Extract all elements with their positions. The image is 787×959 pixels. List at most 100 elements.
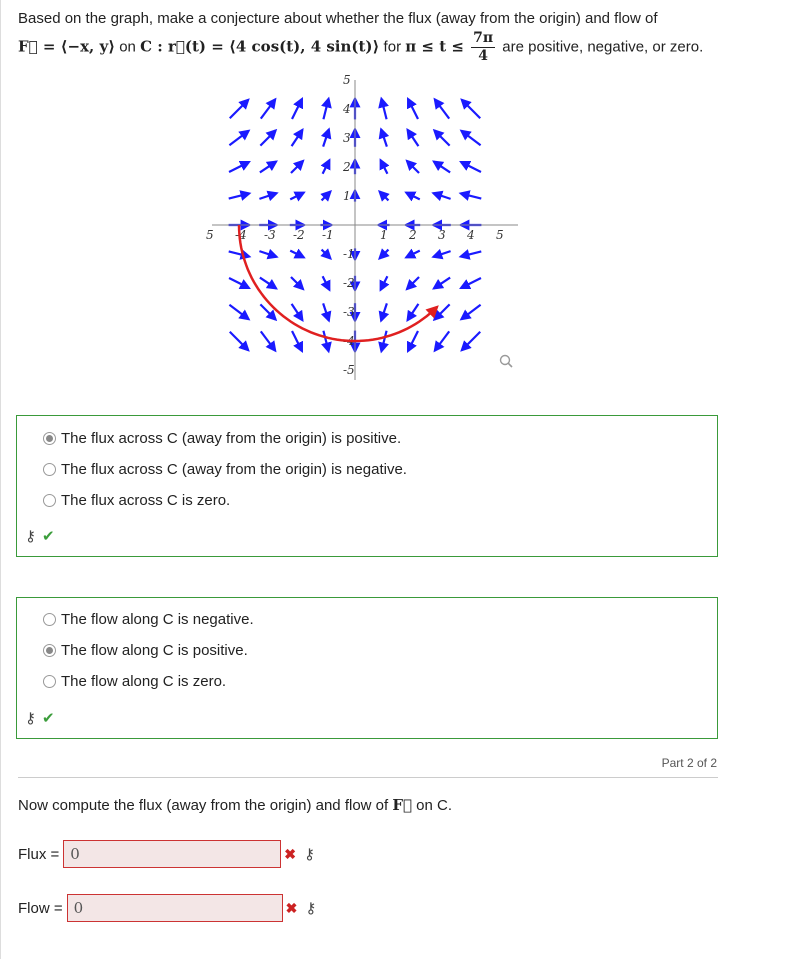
question-text: Based on the graph, make a conjecture ab… bbox=[18, 8, 718, 65]
y-tick-label: -2 bbox=[343, 276, 355, 290]
divider bbox=[18, 777, 718, 778]
flow-input[interactable]: 0 bbox=[66, 894, 283, 922]
y-tick-label: -5 bbox=[343, 363, 355, 377]
flux-value: 0 bbox=[70, 845, 80, 863]
range-expression: π ≤ t ≤ bbox=[405, 37, 464, 56]
on-text: on bbox=[115, 38, 141, 56]
flow-option-positive[interactable]: The flow along C is positive. bbox=[17, 635, 717, 666]
x-tick-label: 3 bbox=[438, 228, 446, 242]
field-arrow bbox=[320, 248, 332, 260]
correct-check-icon: ✔ bbox=[42, 528, 55, 545]
field-arrow bbox=[378, 190, 390, 202]
field-arrow bbox=[406, 128, 420, 147]
flow-answer-box: The flow along C is negative. The flow a… bbox=[16, 597, 718, 739]
x-tick-label: -1 bbox=[322, 228, 334, 242]
option-label: The flow along C is positive. bbox=[61, 642, 248, 659]
radio-button[interactable] bbox=[43, 494, 56, 507]
field-arrow bbox=[459, 277, 482, 289]
part2-prompt: Now compute the flux (away from the orig… bbox=[18, 796, 452, 814]
field-arrow bbox=[459, 129, 482, 147]
field-arrow bbox=[291, 97, 303, 120]
radio-button[interactable] bbox=[43, 463, 56, 476]
x-tick-label: 2 bbox=[408, 228, 417, 242]
key-icon[interactable]: ⚷ bbox=[304, 845, 315, 863]
left-border bbox=[0, 0, 1, 959]
part2-prompt-suffix: on C. bbox=[412, 797, 453, 814]
option-label: The flux across C (away from the origin)… bbox=[61, 430, 402, 447]
option-label: The flux across C (away from the origin)… bbox=[61, 461, 407, 478]
field-arrow bbox=[228, 129, 251, 147]
field-arrow bbox=[320, 303, 332, 323]
for-text: for bbox=[379, 38, 406, 56]
field-arrow bbox=[404, 191, 421, 202]
x-tick-label: 5 bbox=[206, 228, 214, 242]
y-tick-label: 3 bbox=[343, 131, 351, 145]
y-tick-label: 4 bbox=[342, 102, 351, 116]
field-arrow bbox=[404, 248, 421, 259]
field-arrow bbox=[228, 277, 251, 289]
y-tick-label: -3 bbox=[343, 305, 355, 319]
field-arrow bbox=[433, 330, 451, 353]
flow-label: Flow = bbox=[18, 899, 63, 917]
field-arrow bbox=[458, 190, 482, 201]
field-arrow bbox=[378, 127, 390, 147]
field-arrow bbox=[407, 97, 419, 120]
upper-bound-fraction: 7π 4 bbox=[471, 30, 496, 65]
field-arrow bbox=[432, 128, 451, 147]
field-arrow bbox=[379, 158, 390, 175]
question-line-2: F⃗ = ⟨−x, y⟩ on C : r⃗(t) = ⟨4 cos(t), 4… bbox=[18, 30, 718, 65]
flux-option-negative[interactable]: The flux across C (away from the origin)… bbox=[17, 454, 717, 485]
flux-answer-row: Flux = 0 ✖ ⚷ bbox=[18, 840, 315, 868]
x-tick-label: -3 bbox=[264, 228, 276, 242]
incorrect-x-icon: ✖ bbox=[285, 899, 298, 916]
field-arrow bbox=[320, 158, 331, 175]
field-expression: F⃗ = ⟨−x, y⟩ bbox=[18, 37, 116, 56]
field-arrow bbox=[259, 330, 277, 353]
flow-feedback: ⚷ ✔ bbox=[25, 709, 55, 727]
magnifier-icon[interactable] bbox=[499, 354, 513, 368]
field-arrow bbox=[228, 161, 251, 173]
fraction-numerator: 7π bbox=[471, 30, 496, 48]
key-icon[interactable]: ⚷ bbox=[25, 528, 36, 545]
x-tick-label: 4 bbox=[466, 228, 475, 242]
field-arrow bbox=[379, 275, 390, 292]
field-arrow bbox=[259, 97, 277, 120]
field-arrow bbox=[460, 98, 482, 120]
field-arrow bbox=[321, 96, 332, 120]
radio-button[interactable] bbox=[43, 644, 56, 657]
field-arrow bbox=[378, 96, 389, 120]
radio-button[interactable] bbox=[43, 675, 56, 688]
key-icon[interactable]: ⚷ bbox=[305, 899, 316, 917]
flow-option-negative[interactable]: The flow along C is negative. bbox=[17, 604, 717, 635]
flux-option-positive[interactable]: The flux across C (away from the origin)… bbox=[17, 423, 717, 454]
y-tick-label: 2 bbox=[342, 160, 351, 174]
flow-option-zero[interactable]: The flow along C is zero. bbox=[17, 666, 717, 697]
field-arrow bbox=[406, 303, 420, 322]
flux-input[interactable]: 0 bbox=[63, 840, 282, 868]
field-arrow bbox=[259, 190, 279, 202]
option-label: The flux across C is zero. bbox=[61, 492, 231, 509]
field-arrow bbox=[459, 161, 482, 173]
key-icon[interactable]: ⚷ bbox=[25, 710, 36, 727]
flux-feedback: ⚷ ✔ bbox=[25, 527, 55, 545]
question-line-1: Based on the graph, make a conjecture ab… bbox=[18, 10, 658, 27]
field-arrow bbox=[259, 128, 278, 147]
flow-value: 0 bbox=[73, 899, 84, 917]
field-arrow bbox=[290, 303, 304, 322]
field-arrow bbox=[405, 276, 420, 291]
field-arrow bbox=[228, 190, 252, 201]
flux-option-zero[interactable]: The flux across C is zero. bbox=[17, 485, 717, 516]
field-arrow bbox=[228, 330, 250, 352]
field-arrow bbox=[228, 98, 250, 120]
x-tick-label: 5 bbox=[496, 228, 504, 242]
field-arrow bbox=[407, 330, 419, 353]
field-arrow bbox=[458, 249, 482, 260]
field-arrow bbox=[460, 330, 482, 352]
part2-field-symbol: F⃗ bbox=[392, 796, 412, 814]
flow-answer-row: Flow = 0 ✖ ⚷ bbox=[18, 894, 316, 922]
radio-button[interactable] bbox=[43, 613, 56, 626]
radio-button[interactable] bbox=[43, 432, 56, 445]
field-arrow bbox=[321, 330, 332, 354]
correct-check-icon: ✔ bbox=[42, 710, 55, 727]
field-arrow bbox=[431, 248, 451, 260]
